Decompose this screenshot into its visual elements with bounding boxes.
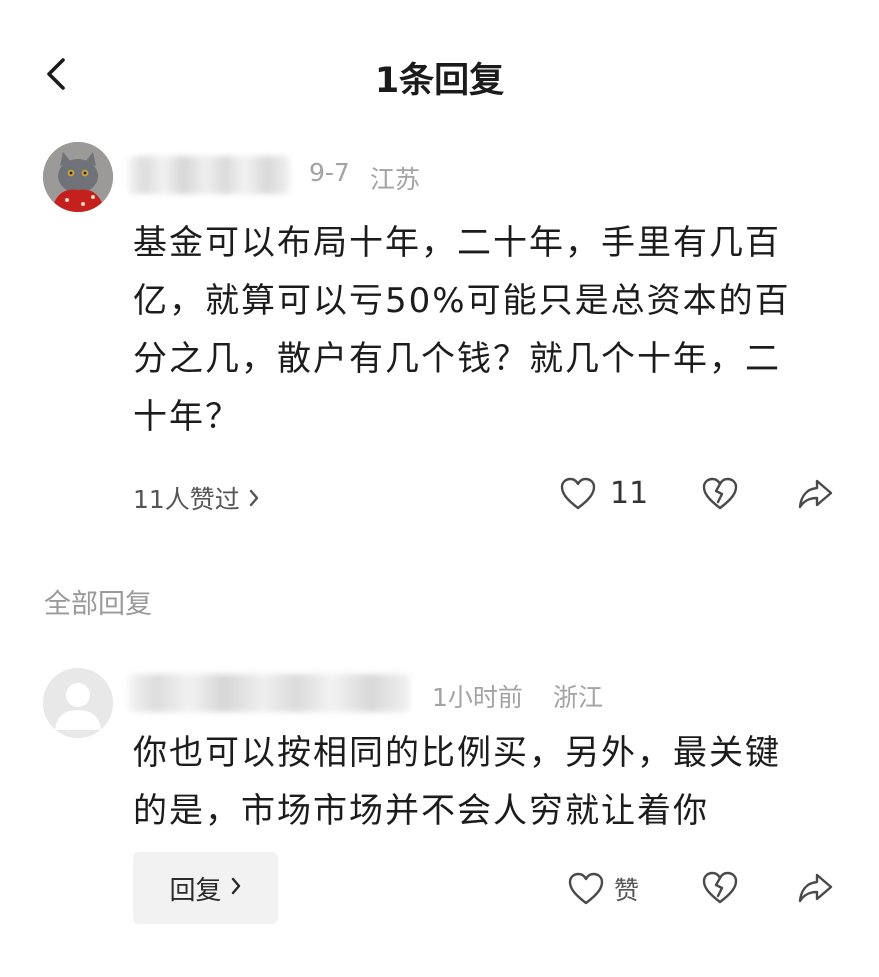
share-button[interactable] <box>797 477 833 511</box>
share-arrow-icon <box>798 873 833 903</box>
avatar[interactable] <box>43 142 113 212</box>
chevron-right-icon <box>248 485 260 514</box>
username-blurred <box>128 156 290 194</box>
reply-sheet: 1条回复 9-7 江苏 基金可以布局十年，二十年，手里有几百 亿，就算可以亏50… <box>0 0 879 977</box>
likers-label: 11人赞过 <box>133 485 240 514</box>
cat-avatar-image <box>43 142 113 212</box>
chevron-right-icon <box>230 873 242 903</box>
reply-button-label: 回复 <box>169 875 222 906</box>
comment-text: 基金可以布局十年，二十年，手里有几百 亿，就算可以亏50%可能只是总资本的百 分… <box>133 214 833 446</box>
reply-line: 你也可以按相同的比例买，另外，最关键 <box>133 733 781 773</box>
reply-time: 1小时前 <box>432 683 523 712</box>
page-title: 1条回复 <box>374 61 505 101</box>
comment-line: 十年？ <box>133 397 241 437</box>
comment-line: 基金可以布局十年，二十年，手里有几百 <box>133 223 781 263</box>
likers-link[interactable]: 11人赞过 <box>133 480 260 516</box>
reply-dislike-button[interactable] <box>702 871 738 905</box>
like-button[interactable]: 11 <box>560 476 648 511</box>
share-arrow-icon <box>798 479 833 509</box>
heart-icon <box>568 872 604 905</box>
broken-heart-icon <box>702 477 738 510</box>
comment-line: 亿，就算可以亏50%可能只是总资本的百 <box>133 281 791 321</box>
default-user-icon <box>43 668 113 738</box>
dislike-button[interactable] <box>702 477 738 511</box>
reply-avatar[interactable] <box>43 668 113 738</box>
comment-date: 9-7 <box>309 158 350 187</box>
reply-username-blurred <box>128 674 410 712</box>
comment-line: 分之几，散户有几个钱？就几个十年，二 <box>133 339 781 379</box>
reply-button[interactable]: 回复 <box>133 852 278 924</box>
broken-heart-icon <box>702 871 738 904</box>
heart-icon <box>560 477 596 509</box>
reply-location: 浙江 <box>553 683 604 712</box>
reply-share-button[interactable] <box>797 871 833 905</box>
reply-line: 的是，市场市场并不会人穷就让着你 <box>133 791 709 831</box>
header: 1条回复 <box>0 38 879 106</box>
reply-like-button[interactable]: 赞 <box>568 871 639 907</box>
all-replies-label: 全部回复 <box>44 589 152 620</box>
reply-text: 你也可以按相同的比例买，另外，最关键 的是，市场市场并不会人穷就让着你 <box>133 724 833 840</box>
like-count: 11 <box>610 476 649 511</box>
reply-like-label: 赞 <box>614 876 640 905</box>
comment-location: 江苏 <box>370 165 421 194</box>
